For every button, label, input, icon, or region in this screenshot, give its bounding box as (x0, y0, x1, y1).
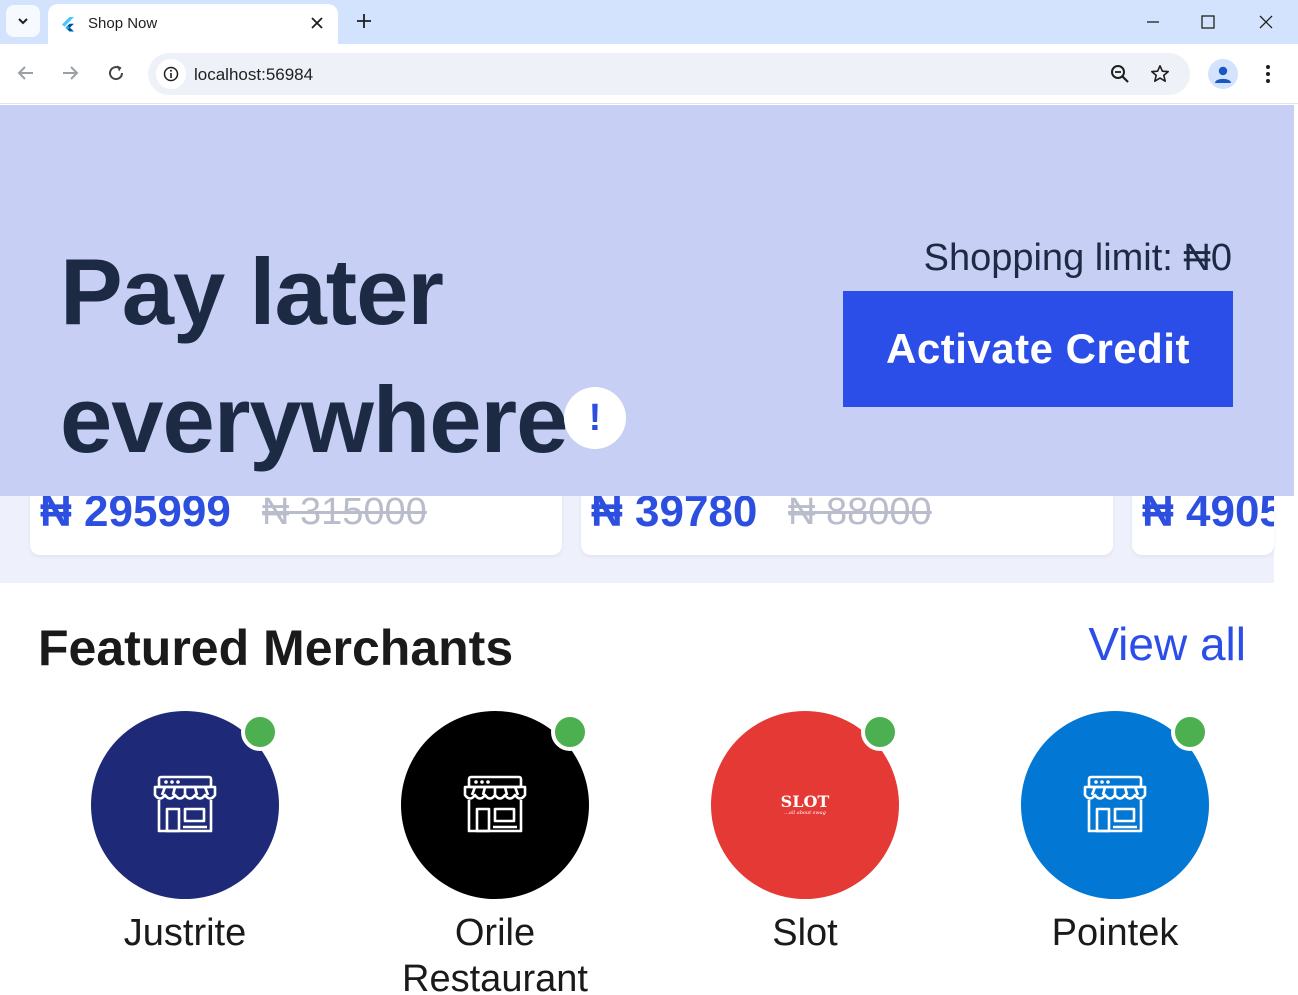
merchant-name: Orile Restaurant (402, 912, 588, 995)
new-tab-button[interactable] (350, 7, 378, 35)
tab-title: Shop Now (88, 15, 158, 32)
window-close-button[interactable] (1251, 8, 1281, 36)
back-button[interactable] (11, 58, 41, 88)
slot-logo-text: SLOT (780, 792, 830, 811)
maximize-icon (1201, 15, 1215, 29)
reload-button[interactable] (101, 58, 131, 88)
headline-line2: everywhere (60, 367, 568, 472)
site-info-button[interactable] (156, 59, 186, 89)
chevron-down-icon (18, 18, 28, 25)
headline-line1: Pay later (60, 239, 444, 344)
tab-search-button[interactable] (6, 5, 40, 37)
forward-button[interactable] (55, 58, 85, 88)
tab-close-button[interactable] (306, 12, 328, 34)
store-icon (153, 775, 217, 833)
featured-merchants-title: Featured Merchants (38, 620, 514, 676)
zoom-button[interactable] (1106, 60, 1134, 88)
pay-later-banner: Pay later everywhere ! Shopping limit: ₦… (0, 105, 1294, 496)
more-vertical-icon (1266, 65, 1270, 83)
reload-icon (109, 65, 124, 81)
arrow-right-icon (63, 66, 79, 80)
merchant-name: Pointek (1051, 912, 1179, 954)
view-all-link[interactable]: View all (1088, 617, 1246, 671)
browser-tabstrip: Shop Now (0, 0, 1298, 45)
minimize-button[interactable] (1138, 8, 1168, 36)
browser-menu-button[interactable] (1254, 59, 1282, 89)
close-icon (1259, 15, 1273, 29)
online-indicator (861, 713, 899, 751)
store-icon (1083, 775, 1147, 833)
close-icon (311, 17, 323, 29)
online-indicator (551, 713, 589, 751)
exclaim-badge: ! (564, 387, 626, 449)
arrow-left-icon (17, 66, 33, 80)
slot-logo-tagline: ...all about swag (784, 810, 826, 816)
bookmark-button[interactable] (1146, 60, 1174, 88)
shopping-limit: Shopping limit: ₦0 (923, 237, 1232, 279)
info-icon (163, 66, 179, 82)
page-viewport: ₦ 295999 ₦ 315000 ₦ 39780 ₦ 88000 ₦ 4905… (0, 105, 1294, 995)
activate-credit-button[interactable]: Activate Credit (843, 291, 1233, 407)
zoom-out-icon (1111, 65, 1129, 83)
maximize-button[interactable] (1193, 8, 1223, 36)
store-icon (463, 775, 527, 833)
browser-toolbar: localhost:56984 (0, 44, 1298, 104)
online-indicator (1171, 713, 1209, 751)
deal-old-price: ₦ 315000 (262, 491, 427, 533)
slot-logo: SLOT ...all about swag (781, 794, 830, 816)
address-bar[interactable]: localhost:56984 (148, 53, 1190, 95)
merchant-name: Slot (772, 912, 838, 954)
scrollbar[interactable] (1294, 105, 1298, 995)
plus-icon (357, 14, 371, 28)
merchant-name: Justrite (123, 912, 247, 954)
flutter-icon (62, 17, 74, 32)
person-icon (1215, 66, 1231, 83)
deal-old-price: ₦ 88000 (788, 491, 932, 533)
online-indicator (241, 713, 279, 751)
profile-button[interactable] (1208, 59, 1238, 89)
minimize-icon (1147, 21, 1159, 23)
browser-tab[interactable]: Shop Now (48, 4, 338, 45)
url-text[interactable]: localhost:56984 (194, 65, 313, 85)
star-icon (1151, 65, 1169, 82)
